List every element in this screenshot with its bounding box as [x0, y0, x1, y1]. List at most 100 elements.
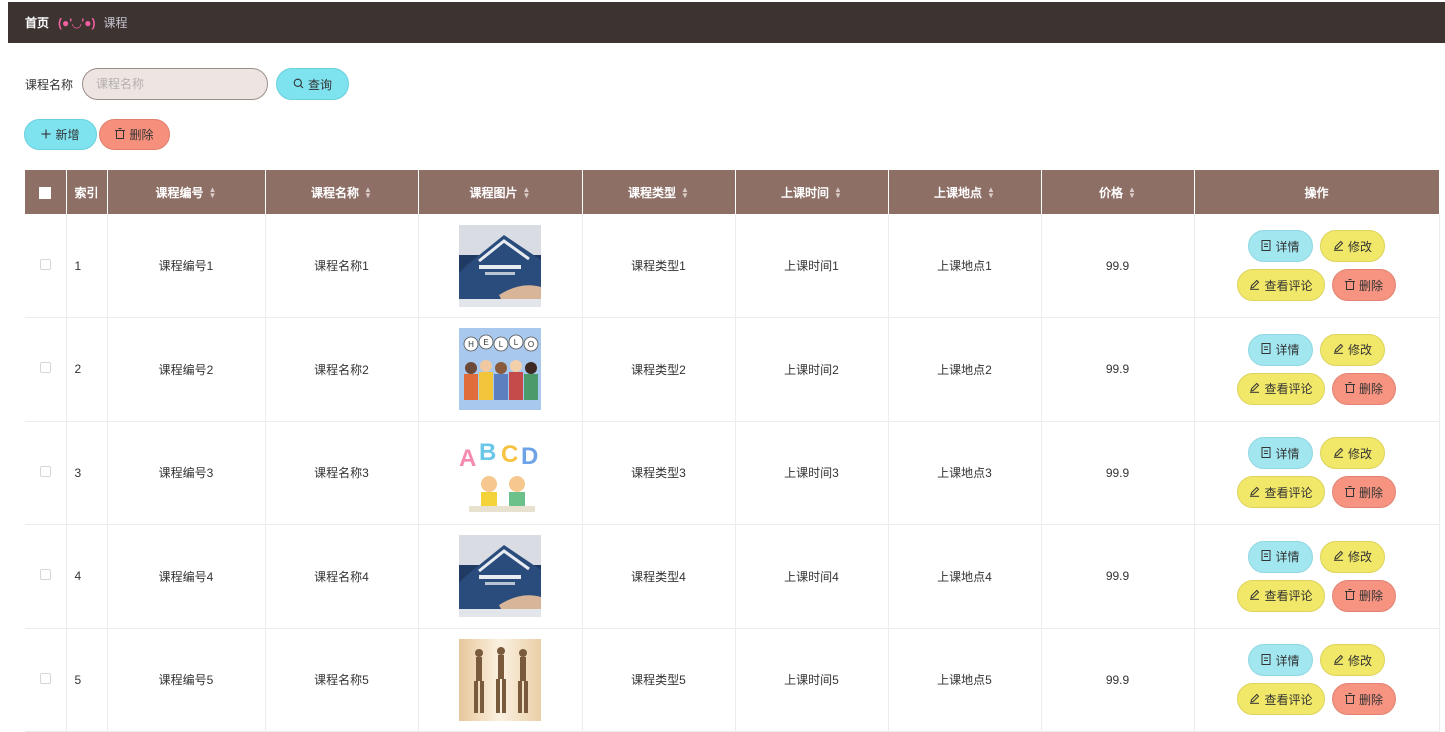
row-checkbox[interactable] [39, 362, 51, 374]
row-image-cell [418, 524, 583, 629]
select-all-checkbox[interactable] [39, 186, 52, 199]
bulk-delete-button[interactable]: 删除 [99, 119, 170, 150]
plus-icon [41, 129, 51, 141]
row-type: 课程类型2 [582, 317, 736, 422]
svg-text:O: O [528, 340, 534, 349]
view-comments-label: 查看评论 [1264, 485, 1313, 500]
pencil-icon [1333, 447, 1344, 460]
row-image-cell: HELLO [418, 317, 583, 422]
detail-button[interactable]: 详情 [1248, 437, 1313, 470]
pencil-icon [1333, 343, 1344, 356]
row-select-cell [25, 524, 67, 629]
view-comments-button[interactable]: 查看评论 [1237, 579, 1325, 612]
row-place: 上课地点4 [888, 524, 1042, 629]
sort-icon[interactable]: ▲ ▼ [681, 186, 689, 200]
header-type[interactable]: 课程类型 ▲ ▼ [582, 170, 736, 214]
detail-button[interactable]: 详情 [1248, 333, 1313, 366]
sort-icon[interactable]: ▲ ▼ [987, 186, 995, 200]
action-bar: 新增 删除 [24, 119, 170, 150]
header-place[interactable]: 上课地点 ▲ ▼ [888, 170, 1042, 214]
detail-button-label: 详情 [1275, 446, 1300, 461]
svg-text:C: C [501, 441, 518, 468]
trash-icon [115, 128, 126, 141]
row-actions-group: 详情 修改 查看评论 删除 [1195, 437, 1439, 509]
header-time[interactable]: 上课时间 ▲ ▼ [735, 170, 889, 214]
row-checkbox[interactable] [39, 569, 51, 581]
document-icon [1261, 239, 1271, 253]
row-time: 上课时间3 [735, 421, 889, 525]
add-button[interactable]: 新增 [24, 119, 97, 150]
header-time-label: 上课时间 [781, 185, 830, 200]
search-input[interactable] [82, 68, 269, 100]
row-type: 课程类型1 [582, 214, 736, 318]
edit-button-label: 修改 [1347, 446, 1372, 461]
sort-icon[interactable]: ▲ ▼ [834, 186, 842, 200]
row-actions-line: 查看评论 删除 [1237, 683, 1396, 716]
edit-button[interactable]: 修改 [1320, 333, 1385, 366]
row-delete-button[interactable]: 删除 [1332, 579, 1396, 612]
sort-icon[interactable]: ▲ ▼ [209, 186, 217, 200]
trash-icon [1344, 278, 1355, 292]
row-checkbox[interactable] [39, 672, 51, 684]
row-image-cell [418, 214, 583, 318]
sort-icon[interactable]: ▲ ▼ [1128, 186, 1136, 200]
row-delete-button[interactable]: 删除 [1332, 372, 1396, 405]
row-price: 99.9 [1041, 214, 1195, 318]
pencil-icon [1333, 550, 1344, 563]
row-place: 上课地点3 [888, 421, 1042, 525]
edit-button[interactable]: 修改 [1320, 644, 1385, 677]
row-code: 课程编号5 [107, 628, 266, 732]
header-place-label: 上课地点 [934, 185, 983, 200]
view-comments-button[interactable]: 查看评论 [1237, 683, 1325, 716]
row-price: 99.9 [1041, 421, 1195, 525]
header-name[interactable]: 课程名称 ▲ ▼ [265, 170, 419, 214]
header-code[interactable]: 课程编号 ▲ ▼ [107, 170, 266, 214]
table-row: 3 课程编号3 课程名称3 ABCD 课程类型3 上课时间3 上课地点3 99.… [25, 421, 1440, 525]
row-name: 课程名称3 [265, 421, 419, 525]
breadcrumb-home[interactable]: 首页 [25, 14, 49, 31]
detail-button[interactable]: 详情 [1248, 540, 1313, 573]
detail-button[interactable]: 详情 [1248, 230, 1313, 262]
svg-text:L: L [499, 340, 504, 349]
row-delete-button[interactable]: 删除 [1332, 269, 1396, 301]
row-actions-group: 详情 修改 查看评论 删除 [1195, 333, 1439, 405]
view-comments-button[interactable]: 查看评论 [1237, 372, 1325, 405]
edit-button[interactable]: 修改 [1320, 437, 1385, 470]
edit-button[interactable]: 修改 [1320, 230, 1385, 262]
row-delete-button[interactable]: 删除 [1332, 683, 1396, 716]
row-checkbox[interactable] [39, 258, 51, 270]
header-image[interactable]: 课程图片 ▲ ▼ [418, 170, 583, 214]
detail-button[interactable]: 详情 [1248, 644, 1313, 677]
search-button[interactable]: 查询 [276, 68, 350, 100]
view-comments-label: 查看评论 [1264, 589, 1313, 604]
row-checkbox[interactable] [39, 465, 51, 477]
course-image [419, 535, 582, 618]
sort-icon[interactable]: ▲ ▼ [523, 186, 531, 200]
pencil-icon [1249, 279, 1260, 292]
breadcrumb-face: (●'◡'●) [58, 15, 96, 30]
header-price[interactable]: 价格 ▲ ▼ [1041, 170, 1195, 214]
row-name: 课程名称1 [265, 214, 419, 318]
header-code-label: 课程编号 [155, 185, 204, 200]
sort-icon[interactable]: ▲ ▼ [364, 186, 372, 200]
row-type: 课程类型5 [582, 628, 736, 732]
trash-icon [1344, 485, 1355, 499]
trash-icon [1344, 382, 1355, 395]
row-actions: 详情 修改 查看评论 删除 [1194, 628, 1440, 732]
row-index: 4 [66, 524, 108, 629]
add-button-label: 新增 [55, 128, 80, 142]
edit-button[interactable]: 修改 [1320, 540, 1385, 573]
row-actions-group: 详情 修改 查看评论 删除 [1195, 644, 1439, 716]
header-name-label: 课程名称 [311, 185, 360, 200]
trash-icon [1344, 589, 1355, 602]
course-image: ABCD [419, 431, 582, 514]
svg-text:E: E [483, 338, 488, 347]
row-name: 课程名称2 [265, 317, 419, 422]
view-comments-button[interactable]: 查看评论 [1237, 476, 1325, 509]
table-row: 2 课程编号2 课程名称2 HELLO 课程类型2 上课时间2 上课地点2 99… [25, 317, 1440, 422]
row-actions: 详情 修改 查看评论 删除 [1194, 214, 1440, 318]
row-delete-button[interactable]: 删除 [1332, 476, 1396, 509]
view-comments-button[interactable]: 查看评论 [1237, 269, 1325, 301]
search-button-label: 查询 [308, 77, 333, 92]
pencil-icon [1249, 486, 1260, 499]
